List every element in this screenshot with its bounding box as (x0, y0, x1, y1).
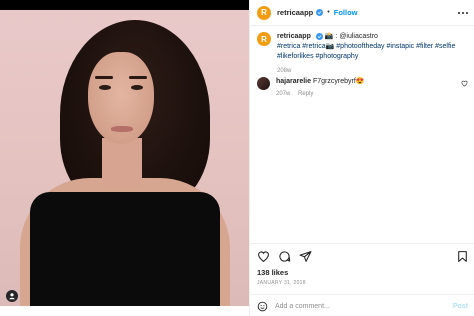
avatar[interactable]: R (257, 5, 271, 20)
comment-time: 207w (276, 91, 291, 97)
comment-like-icon[interactable] (461, 80, 468, 87)
photo-eye-left (99, 85, 111, 90)
caption-avatar[interactable]: R (257, 32, 271, 46)
comment-username[interactable]: hajararelie (276, 78, 311, 85)
photo-neck (102, 138, 142, 188)
composer-divider (250, 294, 474, 295)
comment-input[interactable]: Add a comment... (275, 303, 453, 310)
comment-icon[interactable] (278, 250, 291, 263)
comment-meta: 207w Reply (276, 89, 456, 99)
save-bookmark-icon[interactable] (456, 250, 469, 263)
separator-dot: • (327, 9, 330, 16)
caption-body: retricaapp 📸 : @iuliacastro #retrica #re… (277, 32, 467, 76)
comment-text: F7grzcyrebyrf😍 (312, 78, 365, 85)
more-options-icon[interactable] (458, 11, 468, 14)
reply-button[interactable]: Reply (298, 91, 313, 97)
like-heart-icon[interactable] (257, 250, 270, 263)
actions-divider (250, 243, 474, 244)
photo-black-top (30, 192, 220, 306)
action-bar (257, 249, 469, 263)
comment-composer: Add a comment... Post (250, 296, 474, 316)
avatar-letter: R (261, 8, 267, 17)
post-photo[interactable] (0, 10, 249, 306)
post-header: R retricaapp • Follow (250, 0, 474, 25)
post-comment-button[interactable]: Post (453, 303, 468, 310)
photo-brow-right (129, 76, 147, 79)
photo-mouth (111, 126, 133, 132)
caption-time: 208w (277, 68, 292, 74)
follow-button[interactable]: Follow (334, 8, 358, 17)
caption-username[interactable]: retricaapp (277, 33, 311, 40)
share-icon[interactable] (299, 250, 312, 263)
verified-badge-icon (316, 9, 324, 16)
commenter-avatar[interactable] (257, 77, 270, 90)
caption-hashtags[interactable]: #retrica #retrica📷 #photooftheday #insta… (277, 42, 467, 62)
caption-verified-icon (315, 32, 323, 40)
post-date: JANUARY 31, 2018 (257, 280, 306, 286)
header-divider (250, 25, 474, 26)
instagram-post-window: R retricaapp • Follow R retricaapp 📸 : @… (0, 0, 474, 316)
photo-eye-right (131, 85, 143, 90)
photo-brow-left (95, 76, 113, 79)
post-side-panel: R retricaapp • Follow R retricaapp 📸 : @… (249, 0, 474, 316)
caption-text: 📸 : @iuliacastro (324, 33, 378, 40)
tagged-user-icon[interactable] (6, 290, 18, 302)
emoji-icon[interactable] (257, 301, 268, 312)
username-link[interactable]: retricaapp (277, 8, 313, 17)
comment-item: hajararelie F7grzcyrebyrf😍 207w Reply (257, 77, 469, 99)
comment-body: hajararelie F7grzcyrebyrf😍 207w Reply (276, 77, 456, 99)
caption: R retricaapp 📸 : @iuliacastro #retrica #… (257, 32, 469, 76)
caption-avatar-letter: R (261, 34, 267, 44)
likes-count[interactable]: 138 likes (257, 268, 288, 277)
